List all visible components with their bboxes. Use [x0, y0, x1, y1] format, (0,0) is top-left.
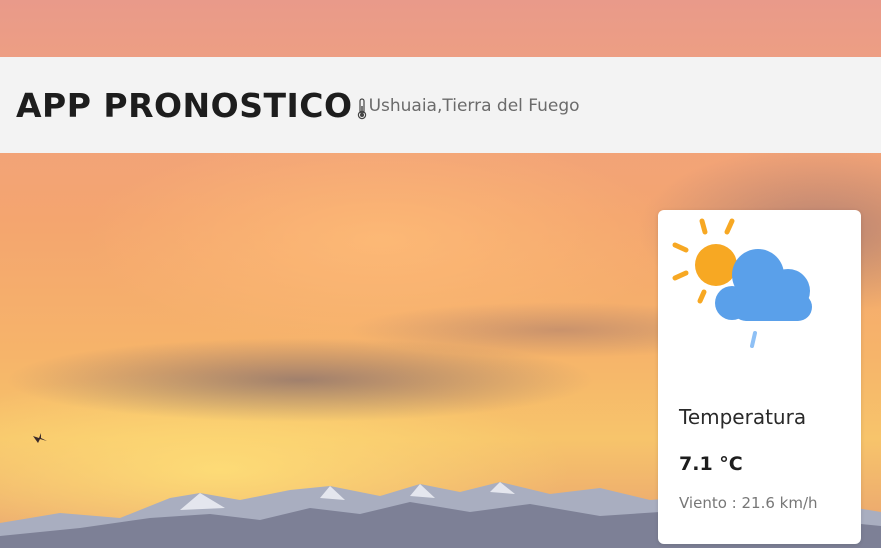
partly-cloudy-rain-icon [672, 218, 812, 348]
app-header: APP PRONOSTICO Ushuaia,Tierra del Fuego [0, 57, 881, 153]
thermometer-icon [357, 98, 366, 120]
weather-card: Temperatura 7.1 °C Viento : 21.6 km/h [658, 210, 861, 544]
wind-speed: Viento : 21.6 km/h [679, 494, 818, 512]
bird-silhouette [33, 433, 47, 443]
temperature-value: 7.1 °C [679, 453, 743, 475]
location-label: Ushuaia,Tierra del Fuego [368, 96, 580, 116]
app-title: APP PRONOSTICO [16, 85, 353, 125]
temperature-label: Temperatura [679, 405, 807, 429]
page-background: APP PRONOSTICO Ushuaia,Tierra del Fuego [0, 0, 881, 548]
